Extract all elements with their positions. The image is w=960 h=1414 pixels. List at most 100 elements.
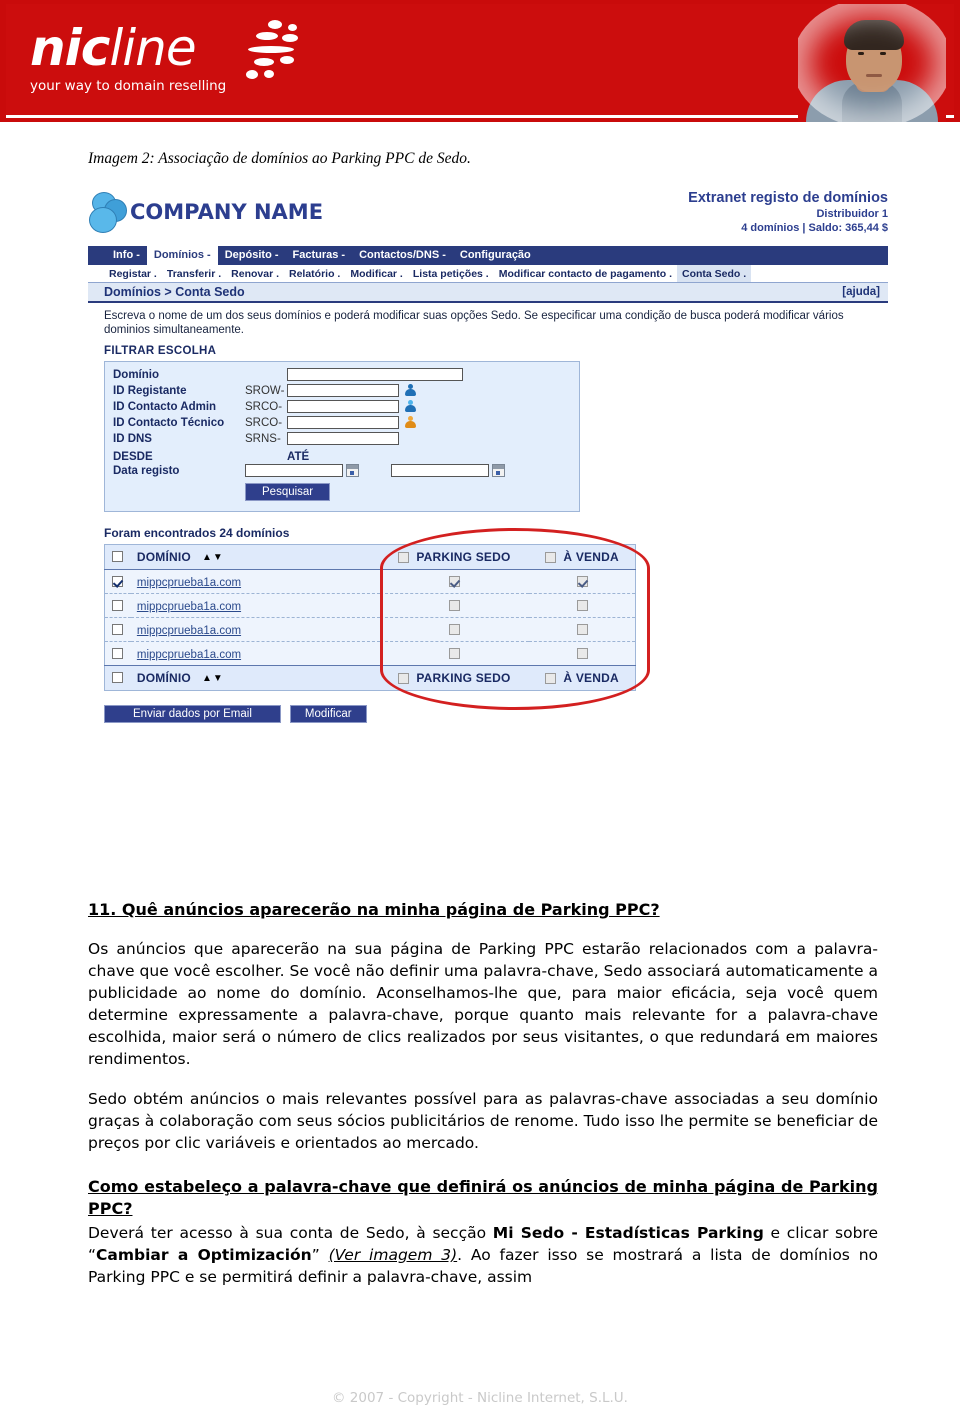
- column-header-domain-bottom[interactable]: DOMÍNIO: [137, 671, 191, 685]
- nav-item-configuracao[interactable]: Configuração: [453, 246, 538, 265]
- row-domain-cell: mippcprueba1a.com: [130, 641, 380, 666]
- subnav-item-relatorio[interactable]: Relatório .: [284, 265, 345, 282]
- filter-row-data-registo: Data registo: [113, 464, 571, 477]
- paragraph-2: Sedo obtém anúncios o mais relevantes po…: [88, 1090, 878, 1152]
- search-button[interactable]: Pesquisar: [245, 483, 331, 501]
- row-forsale-checkbox[interactable]: [576, 623, 588, 635]
- p3-bold-mi-sedo: Mi Sedo - Estadísticas Parking: [492, 1224, 764, 1242]
- row-select-checkbox[interactable]: [112, 575, 124, 587]
- row-select-checkbox[interactable]: [112, 623, 124, 635]
- row-forsale-cell: [529, 569, 636, 594]
- subnav-item-transferir[interactable]: Transferir .: [162, 265, 226, 282]
- row-domain-cell: mippcprueba1a.com: [130, 569, 380, 594]
- row-parking-checkbox[interactable]: [448, 623, 460, 635]
- header-parking-cell: PARKING SEDO: [379, 544, 530, 570]
- filter-prefix-srow: SROW-: [245, 384, 285, 397]
- person-picker-icon-admin[interactable]: [404, 400, 416, 413]
- table-header-row: DOMÍNIO ▲▼ PARKING SEDO À VENDA: [104, 544, 636, 570]
- nav-item-dominios[interactable]: Domínios -: [146, 246, 218, 265]
- balance-label: 4 domínios | Saldo: 365,44 $: [741, 222, 888, 234]
- person-picker-icon-tech[interactable]: [404, 416, 416, 429]
- subnav-item-conta-sedo[interactable]: Conta Sedo .: [677, 265, 752, 282]
- sort-arrows-icon-bottom[interactable]: ▲▼: [202, 673, 224, 684]
- table-row: mippcprueba1a.com: [104, 641, 636, 666]
- filter-label-id-registante: ID Registante: [113, 384, 187, 397]
- row-forsale-cell: [529, 641, 636, 666]
- subnav-item-renovar[interactable]: Renovar .: [226, 265, 284, 282]
- domain-link[interactable]: mippcprueba1a.com: [131, 601, 241, 613]
- row-forsale-checkbox[interactable]: [576, 647, 588, 659]
- row-select-cell: [104, 569, 131, 594]
- parking-select-all-checkbox-top[interactable]: [398, 551, 410, 563]
- footer-select-all-cell: [104, 665, 131, 691]
- row-forsale-cell: [529, 593, 636, 618]
- filter-row-id-contacto-tecnico: ID Contacto Técnico SRCO-: [113, 416, 571, 429]
- filter-prefix-srco-admin: SRCO-: [245, 400, 283, 413]
- row-domain-cell: mippcprueba1a.com: [130, 617, 380, 642]
- tech-contact-id-input[interactable]: [287, 416, 399, 429]
- person-picker-icon-registrant[interactable]: [404, 384, 416, 397]
- admin-contact-id-input[interactable]: [287, 400, 399, 413]
- domain-input[interactable]: [287, 368, 463, 381]
- registrant-id-input[interactable]: [287, 384, 399, 397]
- row-forsale-checkbox[interactable]: [576, 575, 588, 587]
- send-data-email-button[interactable]: Enviar dados por Email: [104, 705, 281, 723]
- filter-row-id-dns: ID DNS SRNS-: [113, 432, 571, 445]
- filter-row-dominio: Domínio: [113, 368, 571, 381]
- nicline-tagline: your way to domain reselling: [30, 78, 227, 94]
- date-range-headers: DESDE ATÉ: [113, 451, 571, 463]
- date-from-input[interactable]: [245, 464, 343, 477]
- date-to-label: ATÉ: [287, 451, 310, 463]
- forsale-select-all-checkbox-top[interactable]: [545, 551, 557, 563]
- nicline-dots-icon: [234, 20, 308, 86]
- help-link[interactable]: [ajuda]: [842, 286, 880, 298]
- nicline-logo: nicline your way to domain reselling: [30, 20, 226, 94]
- subnav-item-registar[interactable]: Registar .: [104, 265, 162, 282]
- select-all-checkbox-top[interactable]: [112, 551, 124, 563]
- nav-item-facturas[interactable]: Facturas -: [286, 246, 353, 265]
- row-select-checkbox[interactable]: [112, 599, 124, 611]
- paragraph-3: Deverá ter acesso à sua conta de Sedo, à…: [88, 1222, 878, 1288]
- row-forsale-cell: [529, 617, 636, 642]
- sub-navbar: Registar . Transferir . Renovar . Relató…: [88, 265, 888, 283]
- table-row: mippcprueba1a.com: [104, 593, 636, 618]
- calendar-icon-from[interactable]: [346, 464, 359, 477]
- page-footer: © 2007 - Copyright - Nicline Internet, S…: [332, 1390, 628, 1406]
- date-to-input[interactable]: [391, 464, 489, 477]
- row-parking-checkbox[interactable]: [448, 647, 460, 659]
- forsale-select-all-checkbox-bottom[interactable]: [545, 672, 557, 684]
- row-select-cell: [104, 593, 131, 618]
- row-select-checkbox[interactable]: [112, 647, 124, 659]
- parking-select-all-checkbox-bottom[interactable]: [398, 672, 410, 684]
- results-table-wrapper: DOMÍNIO ▲▼ PARKING SEDO À VENDA mippcpru…: [104, 528, 650, 710]
- footer-parking-cell: PARKING SEDO: [379, 665, 530, 691]
- domain-link[interactable]: mippcprueba1a.com: [131, 649, 241, 661]
- subnav-item-modificar-contacto-pagamento[interactable]: Modificar contacto de pagamento .: [494, 265, 677, 282]
- row-parking-checkbox[interactable]: [448, 575, 460, 587]
- filter-row-id-contacto-admin: ID Contacto Admin SRCO-: [113, 400, 571, 413]
- header-forsale-cell: À VENDA: [529, 544, 636, 570]
- paragraph-1: Os anúncios que aparecerão na sua página…: [88, 940, 878, 1068]
- nav-item-deposito[interactable]: Depósito -: [218, 246, 286, 265]
- row-forsale-checkbox[interactable]: [576, 599, 588, 611]
- domain-link[interactable]: mippcprueba1a.com: [131, 625, 241, 637]
- dns-id-input[interactable]: [287, 432, 399, 445]
- subnav-item-modificar[interactable]: Modificar .: [345, 265, 408, 282]
- domains-table: DOMÍNIO ▲▼ PARKING SEDO À VENDA mippcpru…: [104, 544, 636, 691]
- nav-item-contactos-dns[interactable]: Contactos/DNS -: [352, 246, 453, 265]
- p3-text-3: ”: [311, 1246, 329, 1264]
- subnav-item-lista-peticoes[interactable]: Lista petições .: [408, 265, 494, 282]
- header-domain-cell: DOMÍNIO ▲▼: [130, 544, 380, 570]
- row-parking-checkbox[interactable]: [448, 599, 460, 611]
- sort-arrows-icon-top[interactable]: ▲▼: [202, 552, 224, 563]
- domain-link[interactable]: mippcprueba1a.com: [131, 577, 241, 589]
- select-all-checkbox-bottom[interactable]: [112, 672, 124, 684]
- p3-text-1: Deverá ter acesso à sua conta de Sedo, à…: [88, 1224, 493, 1242]
- calendar-icon-to[interactable]: [492, 464, 505, 477]
- nav-item-info[interactable]: Info -: [106, 246, 147, 265]
- modify-button[interactable]: Modificar: [289, 705, 367, 723]
- p3-ver-imagem-link: (Ver imagem 3): [328, 1246, 458, 1264]
- breadcrumb: Domínios > Conta Sedo: [104, 285, 245, 299]
- question-11-heading: 11. Quê anúncios aparecerão na minha pág…: [88, 900, 660, 919]
- column-header-domain-top[interactable]: DOMÍNIO: [137, 550, 191, 564]
